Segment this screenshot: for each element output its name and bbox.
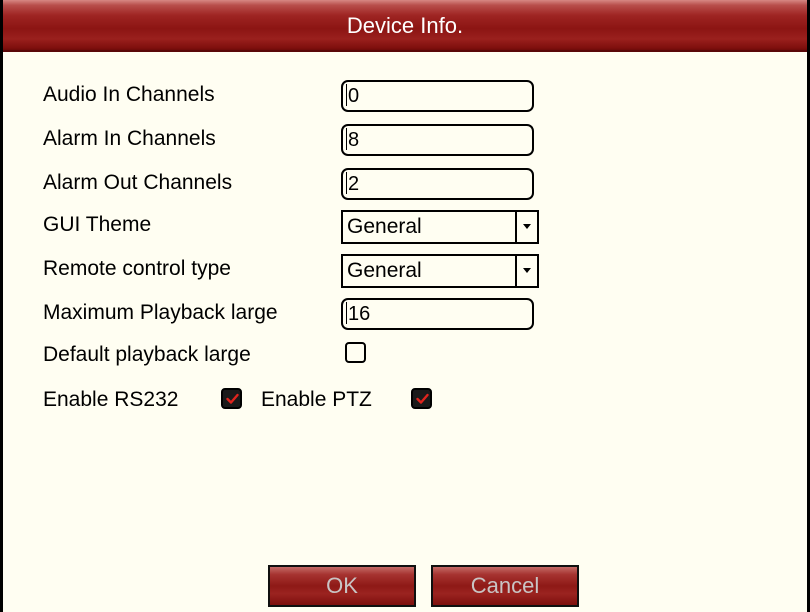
gui-theme-select[interactable]: General bbox=[341, 210, 539, 244]
maximum-playback-large-label: Maximum Playback large bbox=[43, 301, 278, 324]
cancel-button[interactable]: Cancel bbox=[431, 565, 579, 607]
alarm-out-channels-input[interactable]: 2 bbox=[341, 168, 534, 200]
alarm-out-channels-label: Alarm Out Channels bbox=[43, 171, 233, 194]
chevron-down-icon[interactable] bbox=[515, 212, 537, 242]
check-icon bbox=[226, 393, 239, 404]
text-caret bbox=[346, 128, 347, 150]
text-caret bbox=[346, 172, 347, 194]
remote-control-type-select[interactable]: General bbox=[341, 254, 539, 288]
chevron-down-icon[interactable] bbox=[515, 256, 537, 286]
gui-theme-label: GUI Theme bbox=[43, 213, 152, 236]
dialog-title: Device Info. bbox=[346, 13, 464, 38]
audio-in-channels-input[interactable]: 0 bbox=[341, 80, 534, 112]
audio-in-channels-value: 0 bbox=[348, 85, 360, 107]
check-icon bbox=[416, 393, 429, 404]
remote-control-type-value: General bbox=[347, 259, 422, 282]
alarm-in-channels-value: 8 bbox=[348, 129, 360, 151]
enable-rs232-label: Enable RS232 bbox=[43, 388, 179, 411]
default-playback-large-label: Default playback large bbox=[43, 343, 251, 366]
alarm-out-channels-value: 2 bbox=[348, 173, 360, 195]
row-enable-options: Enable RS232 Enable PTZ bbox=[43, 385, 463, 415]
enable-rs232-checkbox[interactable] bbox=[221, 388, 242, 409]
maximum-playback-large-input[interactable]: 16 bbox=[341, 298, 534, 330]
maximum-playback-large-value: 16 bbox=[348, 303, 371, 325]
default-playback-large-checkbox[interactable] bbox=[345, 342, 366, 363]
text-caret bbox=[346, 302, 347, 324]
alarm-in-channels-input[interactable]: 8 bbox=[341, 124, 534, 156]
enable-ptz-label: Enable PTZ bbox=[261, 388, 372, 411]
ok-button[interactable]: OK bbox=[268, 565, 416, 607]
remote-control-type-label: Remote control type bbox=[43, 257, 231, 280]
alarm-in-channels-label: Alarm In Channels bbox=[43, 127, 216, 150]
audio-in-channels-label: Audio In Channels bbox=[43, 83, 215, 106]
enable-ptz-checkbox[interactable] bbox=[411, 388, 432, 409]
device-info-dialog: Device Info. Audio In Channels 0 Alarm I… bbox=[0, 0, 810, 612]
title-bar: Device Info. bbox=[3, 0, 807, 52]
text-caret bbox=[346, 84, 347, 106]
gui-theme-value: General bbox=[347, 215, 422, 238]
